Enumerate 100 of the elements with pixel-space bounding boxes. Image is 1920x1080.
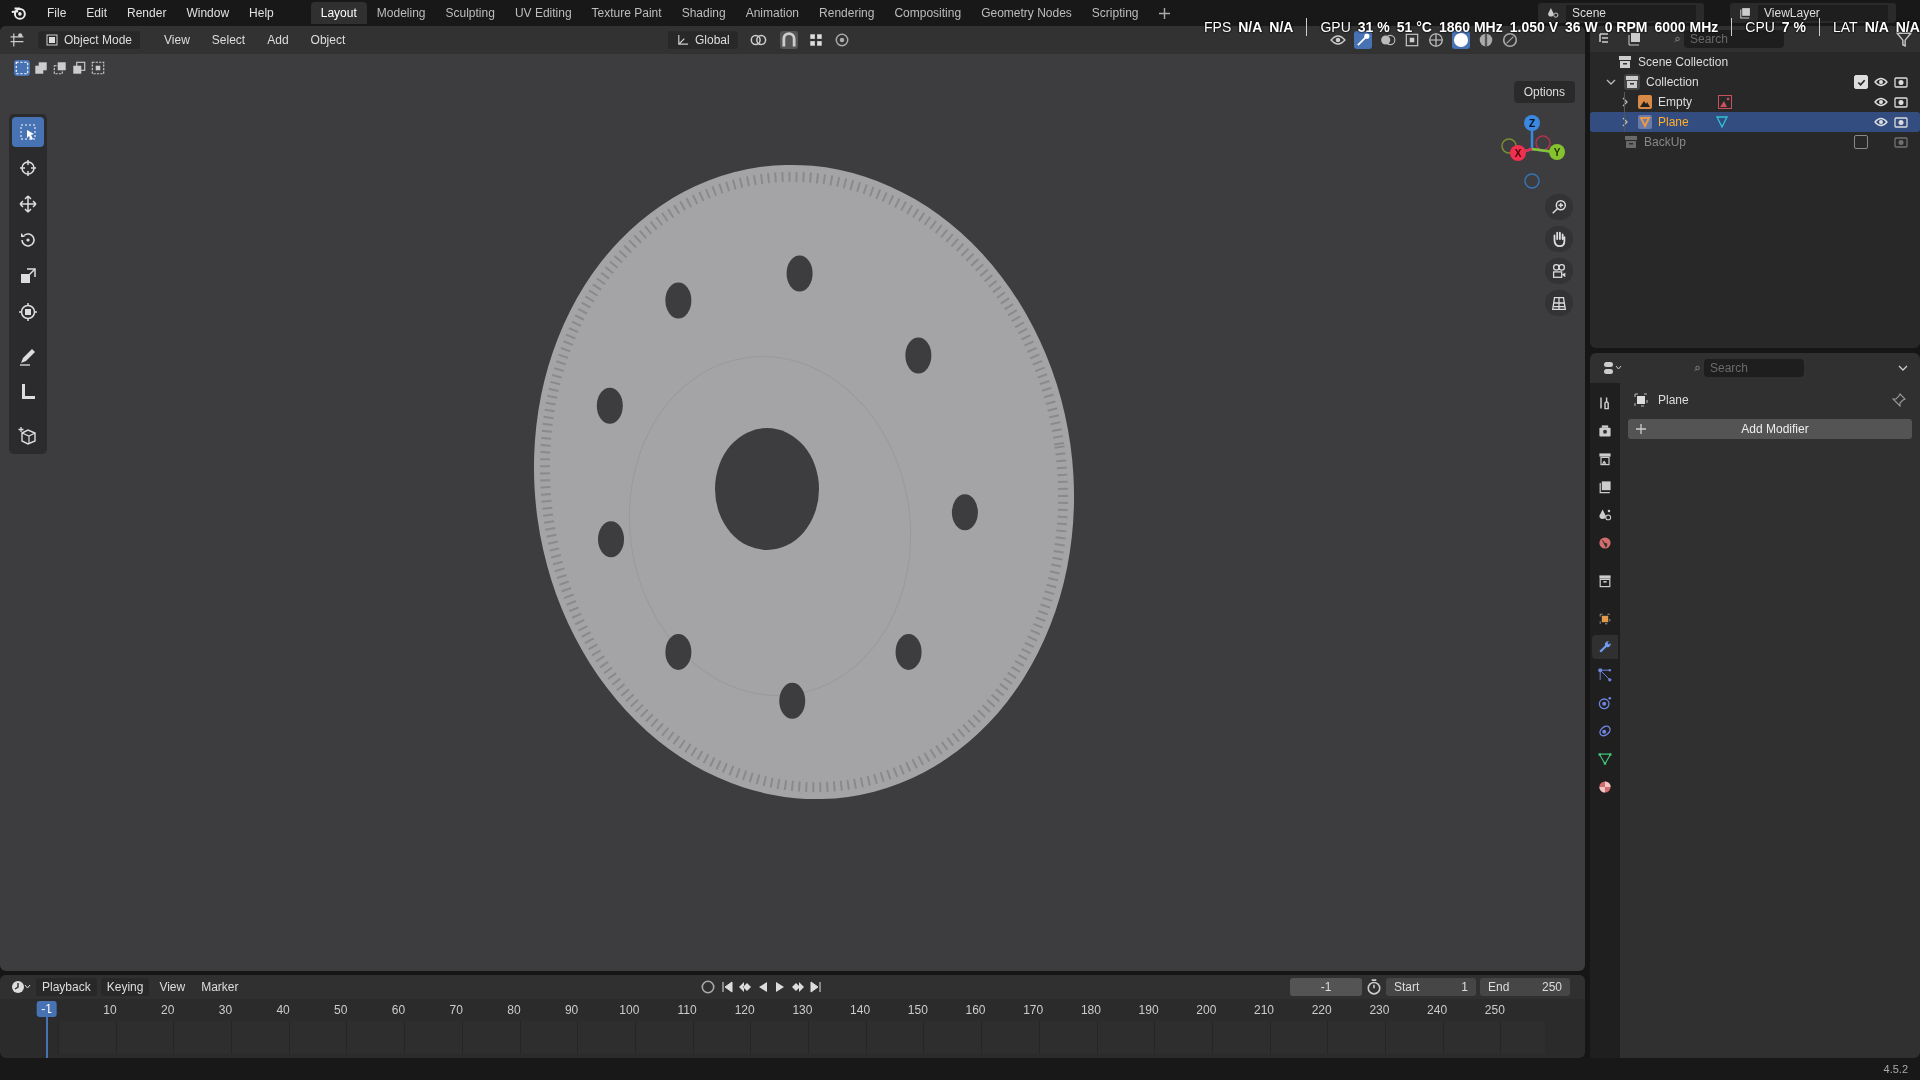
- workspace-tab[interactable]: UV Editing: [504, 2, 582, 24]
- menu-item[interactable]: Render: [118, 3, 176, 23]
- workspace-tab[interactable]: Shading: [671, 2, 736, 24]
- xray-icon[interactable]: [1404, 32, 1420, 48]
- menu-item[interactable]: Select: [203, 31, 254, 49]
- menu-item[interactable]: Playback: [36, 978, 97, 996]
- wireframe-icon[interactable]: [1428, 32, 1444, 48]
- menu-item[interactable]: Edit: [77, 3, 117, 23]
- grid-view-button[interactable]: [1545, 290, 1573, 316]
- outliner-item[interactable]: Scene Collection: [1638, 55, 1729, 69]
- menu-item[interactable]: File: [38, 3, 76, 23]
- frame-number: 60: [391, 1003, 406, 1017]
- outliner-item[interactable]: Collection: [1646, 75, 1699, 89]
- editor-type-icon[interactable]: [8, 32, 26, 48]
- gizmo-icon[interactable]: [1354, 31, 1372, 49]
- start-frame-field[interactable]: Start 1: [1386, 978, 1476, 996]
- options-dropdown[interactable]: Options: [1513, 81, 1575, 103]
- grid-snap-icon[interactable]: [807, 32, 824, 48]
- object-icon: [46, 34, 58, 46]
- scene-icon: [1546, 6, 1560, 20]
- jump-start-icon[interactable]: [721, 981, 733, 993]
- select-new-icon[interactable]: [14, 60, 30, 76]
- workspace-tab[interactable]: Compositing: [884, 2, 972, 24]
- pin-icon[interactable]: [1892, 393, 1906, 407]
- select-subtract-icon[interactable]: [52, 60, 68, 76]
- collapse-icon[interactable]: [1606, 77, 1616, 87]
- workspace-tab[interactable]: Layout: [310, 2, 367, 24]
- record-icon[interactable]: [700, 979, 716, 995]
- caret-icon[interactable]: [1898, 363, 1908, 373]
- mesh-data-icon[interactable]: [1714, 115, 1729, 129]
- jump-end-icon[interactable]: [810, 981, 822, 993]
- menu-item[interactable]: Add: [259, 31, 297, 49]
- select-invert-icon[interactable]: [71, 60, 87, 76]
- menu-item[interactable]: Help: [240, 3, 283, 23]
- eye-icon[interactable]: [1874, 95, 1888, 109]
- frame-number: 120: [734, 1003, 755, 1017]
- camera-icon[interactable]: [1894, 115, 1908, 129]
- eye-icon[interactable]: [1330, 32, 1346, 48]
- outliner-item[interactable]: BackUp: [1644, 135, 1687, 149]
- workspace-tab[interactable]: Texture Paint: [581, 2, 672, 24]
- solid-icon[interactable]: [1452, 31, 1470, 49]
- rendered-icon[interactable]: [1502, 32, 1518, 48]
- outliner-item[interactable]: Plane: [1658, 115, 1689, 129]
- next-keyframe-icon[interactable]: [791, 981, 805, 993]
- play-reverse-icon[interactable]: [757, 981, 769, 993]
- proportional-icon[interactable]: [833, 32, 850, 48]
- pan-button[interactable]: [1545, 226, 1573, 252]
- play-icon[interactable]: [774, 981, 786, 993]
- menu-item[interactable]: Object: [302, 31, 354, 49]
- filter-icon[interactable]: [1896, 31, 1912, 47]
- workspace-tab[interactable]: Scripting: [1081, 2, 1149, 24]
- axes-icon: [676, 33, 689, 47]
- frame-number: 110: [677, 1003, 697, 1017]
- checkbox[interactable]: [1854, 135, 1868, 149]
- stopwatch-icon[interactable]: [1366, 979, 1382, 995]
- add-icon[interactable]: [1158, 7, 1170, 19]
- select-intersect-icon[interactable]: [90, 60, 106, 76]
- workspace-tab[interactable]: Rendering: [809, 2, 885, 24]
- eye-icon[interactable]: [1874, 115, 1888, 129]
- stat-value: 31 %: [1357, 19, 1390, 35]
- workspace-tab[interactable]: Animation: [735, 2, 810, 24]
- workspace-tab[interactable]: Modeling: [366, 2, 436, 24]
- add-cube-icon: [18, 426, 38, 446]
- current-frame-field[interactable]: -1: [1290, 978, 1362, 996]
- scene-icon: [1597, 507, 1613, 523]
- menu-item[interactable]: Keying: [100, 978, 150, 996]
- select-extend-icon[interactable]: [33, 60, 49, 76]
- image-icon[interactable]: [1718, 95, 1732, 109]
- outliner-item[interactable]: Empty: [1658, 95, 1692, 109]
- material-preview-icon[interactable]: [1478, 32, 1494, 48]
- previous-keyframe-icon[interactable]: [738, 981, 752, 993]
- expand-icon[interactable]: [1620, 117, 1630, 127]
- add-modifier-button[interactable]: Add Modifier: [1628, 419, 1912, 439]
- eye-icon[interactable]: [1874, 75, 1888, 89]
- menu-item[interactable]: Window: [177, 3, 239, 23]
- stat-label: GPU: [1320, 19, 1351, 35]
- camera-icon[interactable]: [1894, 75, 1908, 89]
- camera-icon[interactable]: [1894, 95, 1908, 109]
- magnet-icon[interactable]: [779, 31, 798, 49]
- expand-icon[interactable]: [1620, 97, 1630, 107]
- search-field[interactable]: Search: [1704, 359, 1804, 377]
- scene-selector[interactable]: Scene: [1538, 3, 1704, 23]
- camera-button[interactable]: [1545, 258, 1573, 284]
- stat-value: N/A: [1238, 19, 1263, 35]
- editor-type-icon[interactable]: [1602, 361, 1624, 375]
- properties-tab[interactable]: [1592, 635, 1618, 659]
- scale-icon: [18, 266, 38, 286]
- menu-item[interactable]: View: [156, 31, 198, 49]
- workspace-tab[interactable]: Sculpting: [435, 2, 505, 24]
- overlay-icon[interactable]: [1380, 32, 1396, 48]
- tool-button[interactable]: [12, 117, 44, 147]
- axis-gizmo[interactable]: X Y Z: [1497, 111, 1567, 191]
- end-frame-field[interactable]: End 250: [1480, 978, 1570, 996]
- menu-item[interactable]: View: [153, 978, 192, 996]
- mode-dropdown[interactable]: Object Mode: [38, 31, 141, 49]
- orientation-dropdown[interactable]: Global: [668, 31, 738, 49]
- menu-item[interactable]: Marker: [195, 978, 245, 996]
- zoom-button[interactable]: [1545, 194, 1573, 220]
- clock-icon[interactable]: [10, 980, 32, 994]
- workspace-tab[interactable]: Geometry Nodes: [971, 2, 1082, 24]
